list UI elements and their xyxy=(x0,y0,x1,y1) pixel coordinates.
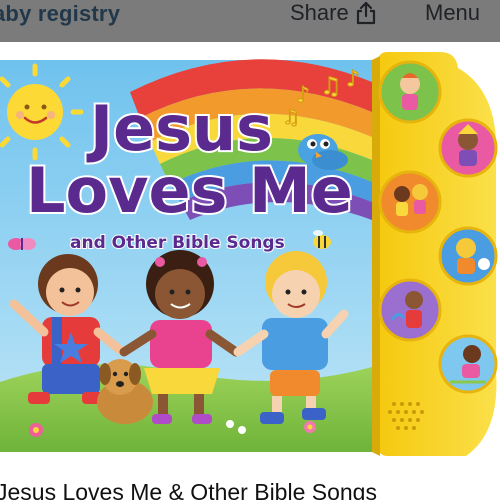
product-page: aby registry Share Menu ♪ ♫ ♪ ♫ Jesus Lo… xyxy=(0,0,500,500)
svg-text:♪: ♪ xyxy=(346,67,360,92)
sound-button-2[interactable] xyxy=(438,118,498,178)
page-title[interactable]: aby registry xyxy=(0,1,120,27)
sound-button-1[interactable] xyxy=(378,60,442,124)
sound-button-4[interactable] xyxy=(438,226,498,286)
share-icon xyxy=(356,1,375,25)
sound-button-3[interactable] xyxy=(378,170,442,234)
share-label: Share xyxy=(290,0,349,25)
sound-panel xyxy=(372,52,498,456)
book-cover: ♪ ♫ ♪ ♫ Jesus Loves Me and Other Bible S… xyxy=(0,59,372,452)
sound-button-6[interactable] xyxy=(438,334,498,394)
cover-subtitle: and Other Bible Songs xyxy=(70,233,285,253)
svg-text:♫: ♫ xyxy=(320,72,342,100)
sound-button-5[interactable] xyxy=(378,278,442,342)
menu-label: Menu xyxy=(425,0,481,25)
butterfly-icon xyxy=(8,238,36,250)
cover-title-line2: Loves Me xyxy=(26,154,353,227)
product-title[interactable]: Jesus Loves Me & Other Bible Songs xyxy=(0,479,377,500)
share-button[interactable]: Share xyxy=(290,0,377,26)
header-bar: aby registry Share Menu xyxy=(0,0,500,42)
svg-text:♫: ♫ xyxy=(282,105,300,129)
menu-button[interactable]: Menu xyxy=(425,0,480,26)
product-image[interactable]: ♪ ♫ ♪ ♫ Jesus Loves Me and Other Bible S… xyxy=(0,52,500,472)
